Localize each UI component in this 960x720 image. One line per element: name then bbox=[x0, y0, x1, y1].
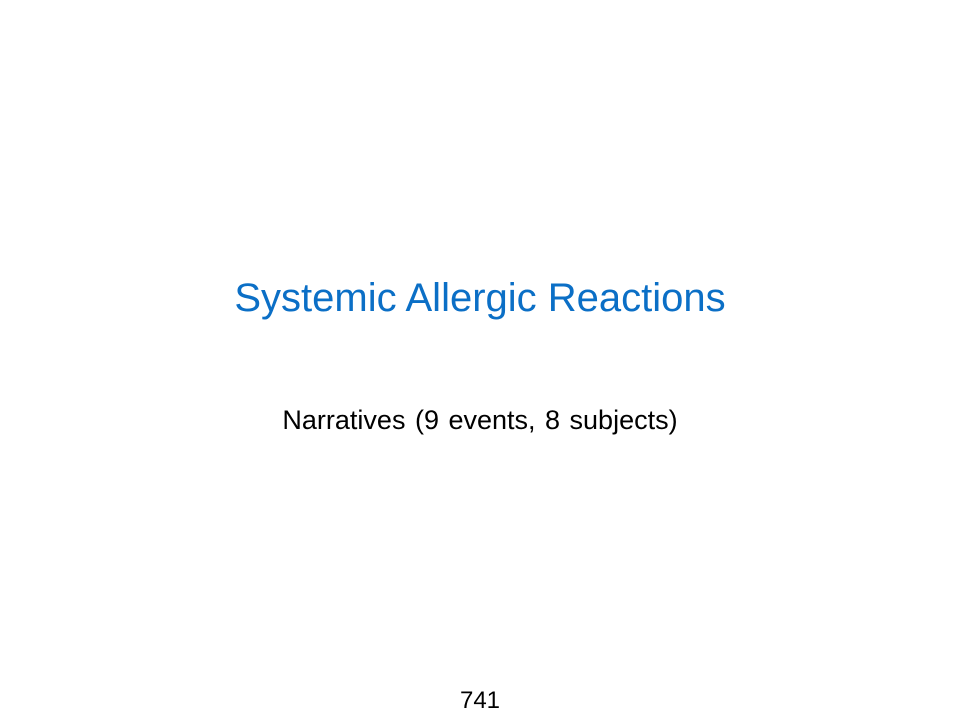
page-number: 741 bbox=[459, 687, 501, 714]
slide-title: Systemic Allergic Reactions bbox=[234, 276, 726, 320]
slide-subtitle: Narratives (9 events, 8 subjects) bbox=[282, 405, 678, 435]
presentation-slide: Systemic Allergic Reactions Narratives (… bbox=[0, 0, 960, 720]
